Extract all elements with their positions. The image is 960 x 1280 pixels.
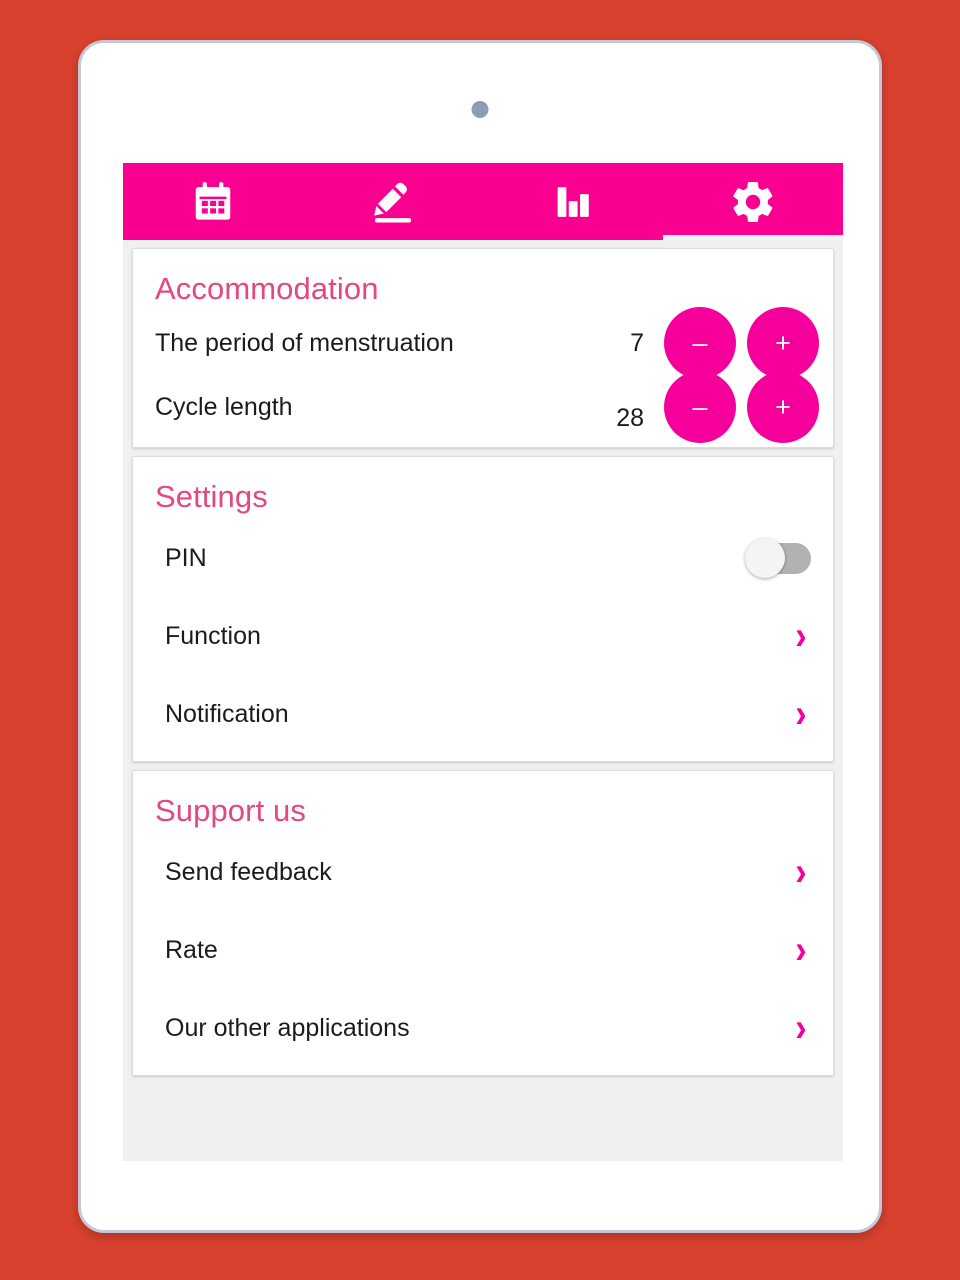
tab-statistics[interactable] <box>483 163 663 240</box>
period-of-menstruation-label: The period of menstruation <box>155 328 454 357</box>
pin-toggle[interactable] <box>745 538 811 578</box>
bar-chart-icon <box>552 181 594 223</box>
chevron-right-icon: › <box>794 1006 807 1050</box>
accommodation-title: Accommodation <box>155 271 379 306</box>
calendar-icon <box>190 179 236 225</box>
pin-label: PIN <box>165 543 207 572</box>
row-cycle-length: Cycle length 28 – + <box>133 371 833 443</box>
tab-calendar[interactable] <box>123 163 303 240</box>
pin-toggle-thumb <box>745 538 785 578</box>
settings-title: Settings <box>155 479 268 514</box>
gear-icon <box>729 178 777 226</box>
tab-edit[interactable] <box>303 163 483 240</box>
active-tab-indicator <box>663 235 843 240</box>
pencil-icon <box>370 179 416 225</box>
period-increment-button[interactable]: + <box>747 307 819 379</box>
settings-content: Accommodation The period of menstruation… <box>123 248 843 1161</box>
tab-settings[interactable] <box>663 163 843 240</box>
settings-card: Settings PIN Function › Notification › <box>132 456 834 762</box>
chevron-right-icon: › <box>794 928 807 972</box>
cycle-length-value: 28 <box>616 404 644 432</box>
tablet-device-frame: Accommodation The period of menstruation… <box>78 40 882 1233</box>
cycle-length-label: Cycle length <box>155 392 293 421</box>
row-period-of-menstruation: The period of menstruation 7 – + <box>133 307 833 379</box>
row-send-feedback[interactable]: Send feedback › <box>133 833 833 911</box>
notification-label: Notification <box>165 699 289 728</box>
row-notification[interactable]: Notification › <box>133 675 833 753</box>
chevron-right-icon: › <box>794 850 807 894</box>
app-viewport: Accommodation The period of menstruation… <box>123 163 843 1161</box>
support-us-card: Support us Send feedback › Rate › Our ot… <box>132 770 834 1076</box>
tab-bar <box>123 163 843 240</box>
cycle-length-increment-button[interactable]: + <box>747 371 819 443</box>
accommodation-card: Accommodation The period of menstruation… <box>132 248 834 448</box>
our-other-applications-label: Our other applications <box>165 1013 410 1042</box>
function-label: Function <box>165 621 261 650</box>
send-feedback-label: Send feedback <box>165 857 332 886</box>
rate-label: Rate <box>165 935 218 964</box>
row-function[interactable]: Function › <box>133 597 833 675</box>
camera-dot-icon <box>471 101 489 118</box>
row-our-other-applications[interactable]: Our other applications › <box>133 989 833 1067</box>
row-pin[interactable]: PIN <box>133 519 833 597</box>
period-of-menstruation-value: 7 <box>630 328 644 357</box>
chevron-right-icon: › <box>794 692 807 736</box>
period-decrement-button[interactable]: – <box>664 307 736 379</box>
row-rate[interactable]: Rate › <box>133 911 833 989</box>
chevron-right-icon: › <box>794 614 807 658</box>
support-us-title: Support us <box>155 793 306 828</box>
cycle-length-decrement-button[interactable]: – <box>664 371 736 443</box>
